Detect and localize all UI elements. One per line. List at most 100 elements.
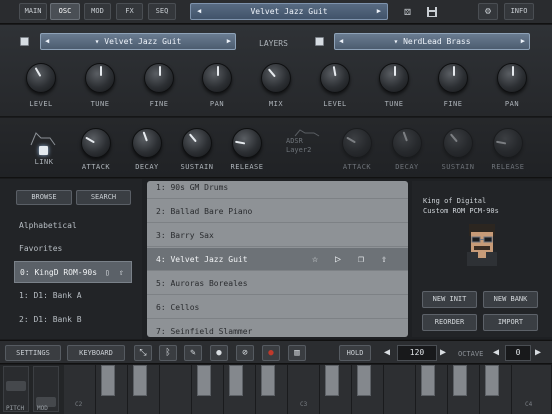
preset-row[interactable]: 1: 90s GM Drums [147,181,408,199]
preset-row[interactable]: 6: Cellos [147,296,408,319]
new-init-button[interactable]: NEW INIT [422,291,477,308]
layer2-fine-knob[interactable] [438,63,468,93]
layer2-release-knob[interactable] [493,128,523,158]
category-alphabetical[interactable]: Alphabetical [14,215,132,237]
layer1-tune-knob[interactable] [85,63,115,93]
preset-row[interactable]: 5: Auroras Boreales [147,272,408,295]
layer1-preset-select[interactable]: ◀ ▾ Velvet Jazz Guit ▶ [40,33,236,50]
preset-row[interactable]: 7: Seinfield Slammer [147,320,408,337]
prev-preset-arrow-icon[interactable]: ◀ [197,4,201,19]
tab-osc[interactable]: OSC [50,3,80,20]
layer2-preset-name: NerdLead Brass [403,37,471,46]
category-bank-2[interactable]: 2: D1: Bank B [14,309,132,331]
hold-button[interactable]: HOLD [339,345,371,361]
share-icon[interactable]: ⇧ [381,248,387,271]
category-bank-0[interactable]: 0: KingD ROM-90s ▯ ⇧ [14,261,132,283]
preset-selector[interactable]: ◀ Velvet Jazz Guit ▶ [190,3,388,20]
tempo-up-icon[interactable]: ▶ [440,346,446,360]
layer2-pan-label: PAN [504,100,520,108]
browse-button[interactable]: BROWSE [16,190,72,205]
reorder-button[interactable]: REORDER [422,314,477,331]
layer1-enable-toggle[interactable] [20,37,29,46]
tag-icon[interactable]: ▷ [335,248,341,271]
layer1-level-knob[interactable] [26,63,56,93]
info-button[interactable]: INFO [504,3,534,20]
layer2-preset-select[interactable]: ◀ ▾ NerdLead Brass ▶ [334,33,530,50]
tab-mod[interactable]: MOD [84,3,111,20]
layer1-release-knob[interactable] [232,128,262,158]
preset-row[interactable]: 2: Ballad Bare Piano [147,200,408,223]
search-button[interactable]: SEARCH [76,190,131,205]
layer2-enable-toggle[interactable] [315,37,324,46]
chevron-left-icon[interactable]: ◀ [45,34,49,49]
resize-icon[interactable]: ⤡ [134,345,152,361]
layer1-preset-name: Velvet Jazz Guit [104,37,182,46]
layer1-fine-label: FINE [149,100,169,108]
category-bank-1[interactable]: 1: D1: Bank A [14,285,132,307]
bluetooth-icon[interactable]: ᛒ [159,345,177,361]
black-key[interactable] [325,365,339,396]
chevron-right-icon[interactable]: ▶ [521,34,525,49]
edit-icon[interactable]: ▯ [105,262,110,284]
tempo-field[interactable]: 120 [397,345,437,361]
black-key[interactable] [101,365,115,396]
tab-seq[interactable]: SEQ [148,3,176,20]
mix-knob[interactable] [261,63,291,93]
black-key[interactable] [485,365,499,396]
black-key[interactable] [229,365,243,396]
black-key[interactable] [197,365,211,396]
save-icon[interactable] [423,3,440,20]
white-key[interactable] [384,365,416,414]
layer2-attack-knob[interactable] [342,128,372,158]
dice-icon[interactable]: ⚄ [399,3,416,20]
chevron-right-icon[interactable]: ▶ [227,34,231,49]
chevron-left-icon[interactable]: ◀ [339,34,343,49]
layer1-fine-knob[interactable] [144,63,174,93]
layer1-decay-knob[interactable] [132,128,162,158]
black-key[interactable] [453,365,467,396]
tab-main[interactable]: MAIN [19,3,47,20]
settings-button[interactable]: SETTINGS [5,345,61,361]
layer2-sustain-knob[interactable] [443,128,473,158]
preset-row-label: 4: Velvet Jazz Guit [156,255,248,264]
octave-c4-label: C4 [525,401,533,408]
layer2-tune-knob[interactable] [379,63,409,93]
black-key[interactable] [261,365,275,396]
import-button[interactable]: IMPORT [483,314,538,331]
category-favorites[interactable]: Favorites [14,238,132,260]
layer1-attack-knob[interactable] [81,128,111,158]
black-key[interactable] [357,365,371,396]
stop-icon[interactable]: ● [210,345,228,361]
layer2-level-label: LEVEL [323,100,347,108]
layer1-sustain-knob[interactable] [182,128,212,158]
octave-up-icon[interactable]: ▶ [535,346,541,360]
record-icon[interactable]: ● [262,345,280,361]
star-icon[interactable]: ☆ [312,248,318,271]
copy-icon[interactable]: ❐ [358,248,364,271]
preset-row[interactable]: 3: Barry Sax [147,224,408,247]
share-icon[interactable]: ⇧ [119,262,124,284]
tab-fx[interactable]: FX [116,3,143,20]
preset-row-selected[interactable]: 4: Velvet Jazz Guit ☆ ▷ ❐ ⇧ [147,248,408,271]
white-key[interactable] [160,365,192,414]
gear-icon[interactable]: ⚙ [478,3,498,20]
tempo-down-icon[interactable]: ◀ [384,346,390,360]
next-preset-arrow-icon[interactable]: ▶ [377,4,381,19]
layer1-decay-label: DECAY [135,163,159,171]
panic-icon[interactable]: ⊘ [236,345,254,361]
layer2-level-knob[interactable] [320,63,350,93]
layer2-decay-knob[interactable] [392,128,422,158]
pitch-wheel-handle[interactable] [6,381,26,391]
bank-info-text: King of Digital Custom ROM PCM-90s [423,196,499,216]
black-key[interactable] [133,365,147,396]
piano-icon[interactable]: ▥ [288,345,306,361]
layer2-pan-knob[interactable] [497,63,527,93]
octave-down-icon[interactable]: ◀ [493,346,499,360]
octave-field[interactable]: 0 [505,345,531,361]
black-key[interactable] [421,365,435,396]
new-bank-button[interactable]: NEW BANK [483,291,538,308]
keyboard-button[interactable]: KEYBOARD [67,345,125,361]
pen-icon[interactable]: ✎ [184,345,202,361]
link-toggle[interactable] [39,146,48,155]
layer1-pan-knob[interactable] [202,63,232,93]
